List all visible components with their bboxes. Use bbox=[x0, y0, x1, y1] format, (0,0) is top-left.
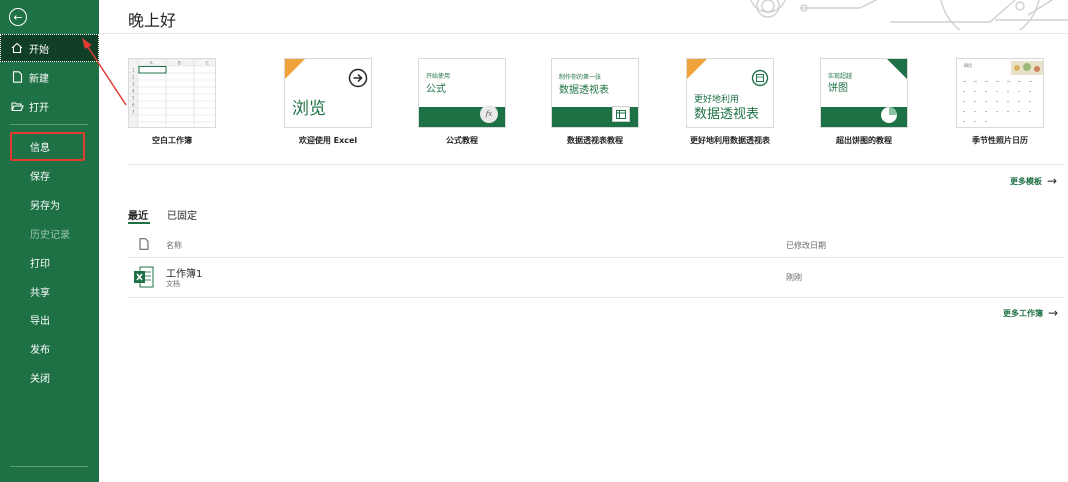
templates-divider bbox=[128, 164, 1064, 165]
template-pivot-tutorial[interactable]: 制作你的第一张 数据透视表 数据透视表教程 bbox=[541, 58, 649, 146]
sidebar-divider-bottom bbox=[10, 466, 88, 467]
nav-share[interactable]: 共享 bbox=[0, 277, 99, 305]
nav-home[interactable]: 开始 bbox=[0, 34, 99, 62]
header-decoration-icon bbox=[750, 0, 1068, 30]
more-workbooks-label: 更多工作簿 bbox=[1003, 308, 1043, 318]
calendar-grid-icon bbox=[963, 61, 1043, 122]
nav-history: 历史记录 bbox=[0, 219, 99, 247]
thumb-big-text: 数据透视表 bbox=[694, 107, 760, 122]
nav-open[interactable]: 打开 bbox=[0, 92, 99, 120]
new-file-icon bbox=[10, 70, 24, 84]
tab-recent[interactable]: 最近 bbox=[128, 207, 148, 222]
nav-print[interactable]: 打印 bbox=[0, 248, 99, 276]
thumb-small-text: 开始使用 bbox=[426, 73, 451, 80]
nav-open-label: 打开 bbox=[29, 102, 49, 114]
template-pie-chart-tutorial[interactable]: 实现超越 饼图 超出饼图的教程 bbox=[810, 58, 918, 146]
pivot-circle-icon bbox=[751, 69, 769, 87]
nav-print-label: 打印 bbox=[30, 258, 50, 270]
template-thumbnail: 实现超越 饼图 bbox=[820, 58, 908, 128]
ribbon-corner bbox=[687, 59, 707, 79]
template-thumbnail: ABC 123 4567 bbox=[128, 58, 216, 128]
template-better-pivot[interactable]: 更好地利用 数据透视表 更好地利用数据透视表 bbox=[676, 58, 784, 146]
info-highlight-box bbox=[10, 132, 85, 161]
home-icon bbox=[10, 41, 24, 55]
svg-text:C: C bbox=[206, 61, 209, 66]
list-row-divider bbox=[128, 297, 1064, 298]
nav-close[interactable]: 关闭 bbox=[0, 363, 99, 391]
nav-new[interactable]: 新建 bbox=[0, 63, 99, 91]
nav-share-label: 共享 bbox=[30, 287, 50, 299]
arrow-right-icon: → bbox=[1048, 306, 1059, 320]
template-thumbnail: 更好地利用 数据透视表 bbox=[686, 58, 774, 128]
arrow-right-circle-icon bbox=[348, 68, 368, 88]
template-caption: 超出饼图的教程 bbox=[836, 136, 892, 145]
template-caption: 空白工作簿 bbox=[152, 136, 192, 145]
template-blank-workbook[interactable]: ABC 123 4567 空白工作簿 bbox=[118, 58, 226, 146]
ribbon-corner bbox=[285, 59, 305, 79]
nav-save-as-label: 另存为 bbox=[30, 200, 60, 212]
thumb-text: 浏览 bbox=[292, 99, 326, 119]
sidebar-divider bbox=[10, 124, 88, 125]
thumb-big-text: 公式 bbox=[426, 84, 446, 95]
list-row-divider bbox=[128, 257, 1064, 258]
nav-new-label: 新建 bbox=[29, 73, 49, 85]
page-title: 晚上好 bbox=[128, 11, 177, 30]
thumb-small-text: 制作你的第一张 bbox=[559, 74, 602, 81]
pivot-table-icon bbox=[612, 106, 630, 122]
column-name-header[interactable]: 名称 bbox=[166, 240, 182, 251]
template-thumbnail: 制作你的第一张 数据透视表 bbox=[551, 58, 639, 128]
fx-icon: fx bbox=[480, 105, 498, 123]
nav-save[interactable]: 保存 bbox=[0, 161, 99, 189]
nav-home-label: 开始 bbox=[29, 44, 49, 56]
template-thumbnail: 浏览 bbox=[284, 58, 372, 128]
template-caption: 季节性照片日历 bbox=[972, 136, 1028, 145]
ribbon-corner bbox=[887, 59, 907, 79]
svg-text:A: A bbox=[150, 61, 153, 66]
nav-save-label: 保存 bbox=[30, 171, 50, 183]
file-location: 文档 bbox=[166, 280, 180, 288]
tab-active-indicator bbox=[128, 222, 150, 224]
template-caption: 公式教程 bbox=[446, 136, 478, 145]
svg-text:B: B bbox=[178, 61, 181, 66]
more-workbooks-link[interactable]: 更多工作簿 → bbox=[1003, 306, 1058, 320]
template-caption: 更好地利用数据透视表 bbox=[690, 136, 770, 145]
nav-save-as[interactable]: 另存为 bbox=[0, 190, 99, 218]
tab-pinned[interactable]: 已固定 bbox=[167, 207, 197, 222]
header-divider bbox=[99, 33, 1068, 34]
nav-history-label: 历史记录 bbox=[30, 229, 70, 241]
nav-publish[interactable]: 发布 bbox=[0, 334, 99, 362]
template-caption: 数据透视表教程 bbox=[567, 136, 623, 145]
template-formula-tutorial[interactable]: 开始使用 公式 fx 公式教程 bbox=[408, 58, 516, 146]
nav-close-label: 关闭 bbox=[30, 373, 50, 385]
file-name: 工作簿1 bbox=[166, 269, 203, 280]
template-welcome-excel[interactable]: 浏览 欢迎使用 Excel bbox=[274, 58, 382, 146]
pie-chart-icon bbox=[881, 107, 897, 123]
file-row[interactable]: 工作簿1 文档 刚刚 bbox=[128, 260, 1064, 296]
template-thumbnail: 开始使用 公式 fx bbox=[418, 58, 506, 128]
file-list-header: 名称 已修改日期 bbox=[128, 236, 1064, 256]
excel-file-icon bbox=[134, 266, 154, 288]
file-type-icon bbox=[139, 238, 149, 250]
folder-open-icon bbox=[10, 99, 24, 113]
file-modified-date: 刚刚 bbox=[786, 273, 802, 282]
nav-publish-label: 发布 bbox=[30, 344, 50, 356]
arrow-right-icon: → bbox=[1047, 174, 1058, 188]
back-arrow-icon[interactable]: ← bbox=[9, 8, 27, 26]
backstage-sidebar: ← 开始 新建 打开 信息 保存 另存为 历史记录 打印 共享 导出 发布 关闭 bbox=[0, 0, 99, 482]
more-templates-label: 更多模板 bbox=[1010, 176, 1042, 186]
template-caption: 欢迎使用 Excel bbox=[298, 136, 358, 145]
template-seasonal-calendar[interactable]: 四月 季节性照片日历 bbox=[946, 58, 1054, 146]
thumb-big-text: 数据透视表 bbox=[559, 85, 609, 96]
column-modified-header[interactable]: 已修改日期 bbox=[786, 240, 826, 251]
thumb-big-text: 饼图 bbox=[828, 83, 848, 94]
nav-export[interactable]: 导出 bbox=[0, 305, 99, 333]
template-thumbnail: 四月 bbox=[956, 58, 1044, 128]
nav-export-label: 导出 bbox=[30, 315, 50, 327]
more-templates-link[interactable]: 更多模板 → bbox=[1010, 174, 1057, 188]
